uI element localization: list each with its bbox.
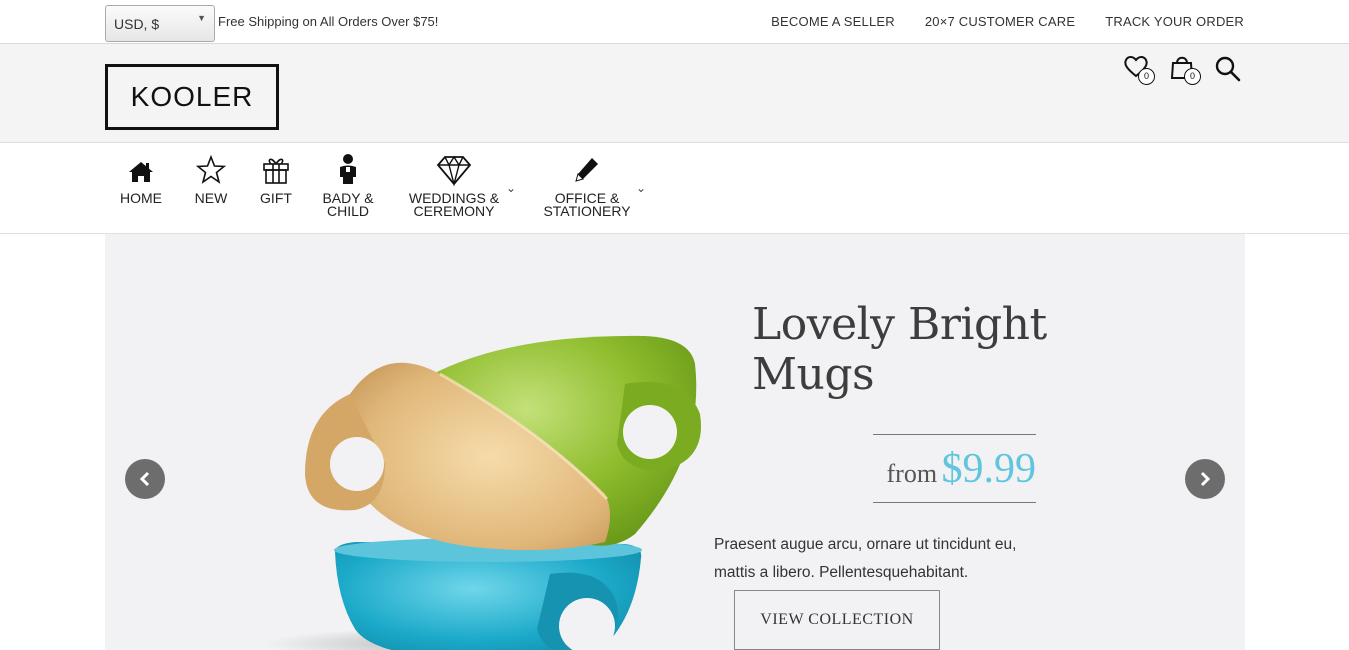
nav-label-line2: STATIONERY bbox=[543, 203, 631, 219]
cart-button[interactable]: 0 bbox=[1168, 52, 1201, 86]
site-logo[interactable]: KOOLER bbox=[105, 64, 279, 130]
hero-slider: Lovely Bright Mugs from $9.99 Praesent a… bbox=[105, 234, 1245, 650]
header-icons: 0 0 bbox=[1122, 52, 1242, 86]
main-nav: HOME NEW GIFT BADY & CHILD WEDDINGS & CE… bbox=[0, 143, 1349, 234]
chevron-down-icon: ⌄ bbox=[506, 181, 517, 195]
currency-value: USD, $ bbox=[114, 16, 160, 32]
currency-select[interactable]: USD, $ ▼ bbox=[105, 5, 215, 42]
pencil-icon bbox=[575, 158, 598, 182]
track-order-link[interactable]: TRACK YOUR ORDER bbox=[1105, 14, 1244, 29]
nav-label: GIFT bbox=[260, 190, 292, 206]
mugs-image bbox=[265, 335, 701, 650]
search-icon bbox=[1215, 56, 1241, 82]
price-box: from $9.99 bbox=[873, 434, 1036, 503]
nav-item-baby-child[interactable]: BADY & CHILD bbox=[320, 153, 376, 218]
gift-icon bbox=[263, 158, 289, 184]
search-button[interactable] bbox=[1214, 55, 1242, 83]
view-collection-button[interactable]: VIEW COLLECTION bbox=[734, 590, 940, 650]
wishlist-button[interactable]: 0 bbox=[1122, 52, 1155, 86]
become-seller-link[interactable]: BECOME A SELLER bbox=[771, 14, 895, 29]
wishlist-count: 0 bbox=[1138, 68, 1155, 85]
top-links: BECOME A SELLER 20×7 CUSTOMER CARE TRACK… bbox=[771, 14, 1244, 29]
nav-label-line2: CEREMONY bbox=[413, 203, 495, 219]
star-icon bbox=[196, 154, 226, 184]
hero-title-line1: Lovely Bright bbox=[752, 299, 1047, 350]
child-icon bbox=[340, 154, 356, 184]
next-slide-button[interactable] bbox=[1185, 459, 1225, 499]
nav-label-line2: CHILD bbox=[326, 203, 369, 219]
home-icon bbox=[129, 162, 153, 182]
price-from-label: from bbox=[886, 459, 938, 488]
prev-slide-button[interactable] bbox=[125, 459, 165, 499]
hero-title: Lovely Bright Mugs bbox=[752, 300, 1047, 400]
nav-label: NEW bbox=[194, 190, 228, 206]
diamond-icon bbox=[436, 155, 472, 187]
nav-item-new[interactable]: NEW bbox=[192, 153, 230, 205]
nav-item-home[interactable]: HOME bbox=[118, 153, 164, 205]
nav-label: HOME bbox=[120, 190, 162, 206]
hero-description: Praesent augue arcu, ornare ut tincidunt… bbox=[714, 531, 1054, 587]
chevron-down-icon: ▼ bbox=[197, 13, 206, 23]
hero-description-line1: Praesent augue arcu, ornare ut tincidunt… bbox=[714, 536, 1017, 553]
nav-item-gift[interactable]: GIFT bbox=[257, 153, 295, 205]
customer-care-link[interactable]: 20×7 CUSTOMER CARE bbox=[925, 14, 1075, 29]
top-bar: USD, $ ▼ Free Shipping on All Orders Ove… bbox=[0, 0, 1349, 44]
nav-item-office[interactable]: OFFICE & STATIONERY ⌄ bbox=[542, 153, 646, 219]
hero-description-line2: mattis a libero. Pellentesquehabitant. bbox=[714, 564, 969, 581]
shipping-notice: Free Shipping on All Orders Over $75! bbox=[218, 14, 439, 29]
chevron-left-icon bbox=[139, 471, 150, 487]
chevron-down-icon: ⌄ bbox=[636, 181, 647, 195]
cart-count: 0 bbox=[1184, 68, 1201, 85]
chevron-right-icon bbox=[1200, 471, 1211, 487]
hero-title-line2: Mugs bbox=[752, 349, 875, 400]
price-value: $9.99 bbox=[941, 446, 1037, 492]
nav-item-weddings[interactable]: WEDDINGS & CEREMONY ⌄ bbox=[406, 153, 516, 219]
site-header: KOOLER 0 0 bbox=[0, 44, 1349, 143]
